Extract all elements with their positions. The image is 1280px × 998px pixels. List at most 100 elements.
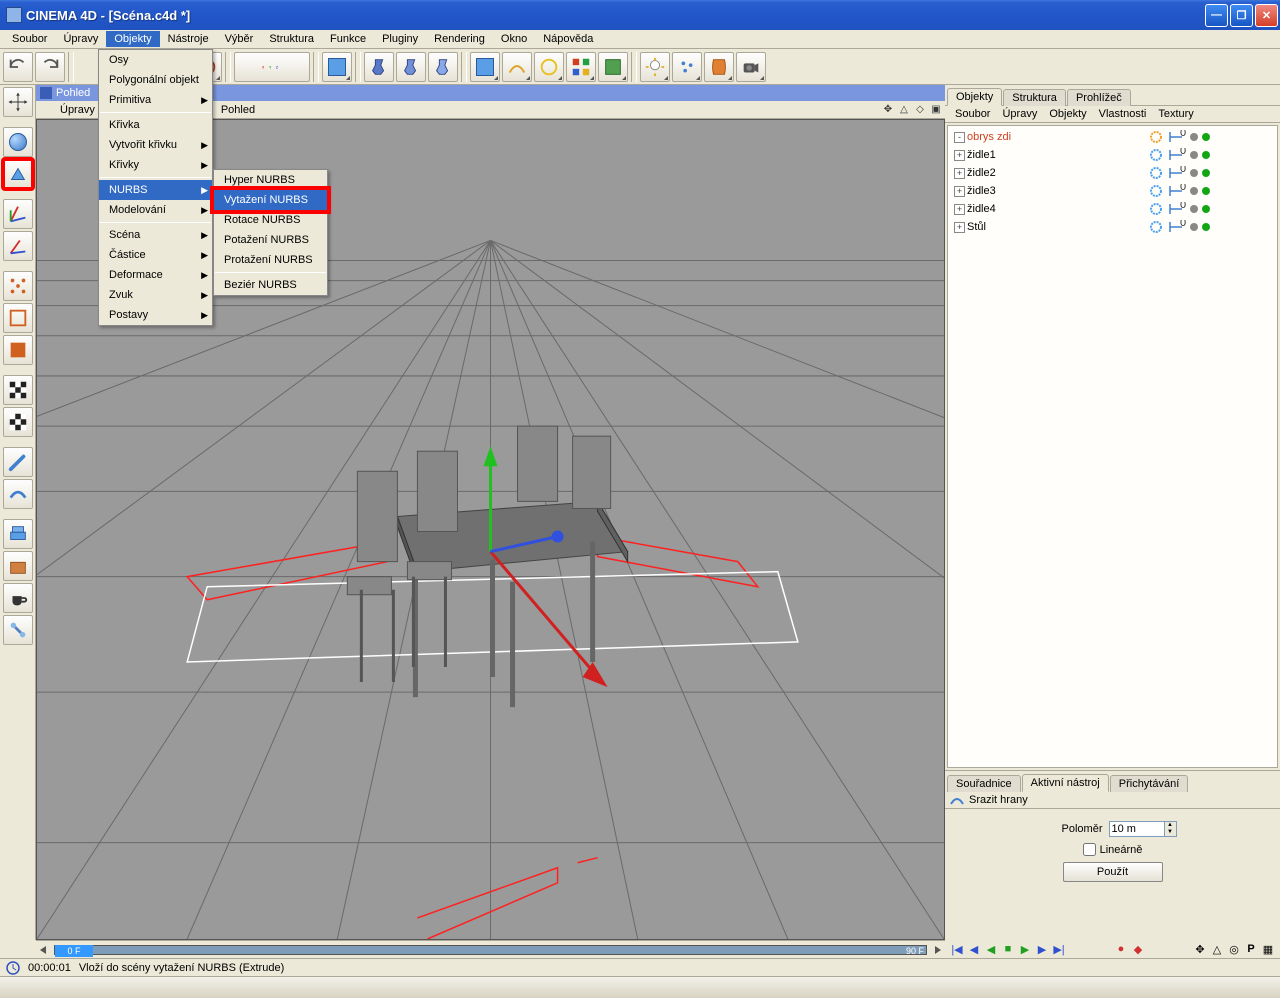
tree-label[interactable]: židle4: [967, 203, 1002, 215]
menuitem-částice[interactable]: Částice▶: [99, 245, 212, 265]
tab-struktura[interactable]: Struktura: [1003, 89, 1066, 106]
menuitem-deformace[interactable]: Deformace▶: [99, 265, 212, 285]
move-tool[interactable]: [3, 87, 33, 117]
objpanel-menu-objekty[interactable]: Objekty: [1043, 106, 1092, 122]
object-tree[interactable]: -obrys zdi0+židle10+židle20+židle30+židl…: [947, 125, 1278, 768]
primitive-cube-button[interactable]: [470, 52, 500, 82]
menuitem-rotace-nurbs[interactable]: Rotace NURBS: [214, 210, 327, 230]
play-back-button[interactable]: ◀: [983, 941, 999, 957]
menu-objekty[interactable]: Objekty: [106, 31, 159, 47]
menu-výběr[interactable]: Výběr: [217, 31, 262, 47]
minimize-button[interactable]: —: [1205, 4, 1228, 27]
xyz-axis-button[interactable]: XYZ: [234, 52, 310, 82]
menuitem-vytvořit-křivku[interactable]: Vytvořit křivku▶: [99, 135, 212, 155]
edge-mode[interactable]: [3, 303, 33, 333]
menuitem-postavy[interactable]: Postavy▶: [99, 305, 212, 325]
menu-funkce[interactable]: Funkce: [322, 31, 374, 47]
linear-checkbox[interactable]: [1083, 843, 1096, 856]
undo-button[interactable]: [3, 52, 33, 82]
knife-tool[interactable]: [3, 447, 33, 477]
menuitem-zvuk[interactable]: Zvuk▶: [99, 285, 212, 305]
menuitem-scéna[interactable]: Scéna▶: [99, 225, 212, 245]
timeline-right-icon[interactable]: [931, 943, 945, 957]
menuitem-hyper-nurbs[interactable]: Hyper NURBS: [214, 170, 327, 190]
vp-zoom-icon[interactable]: △: [897, 102, 911, 116]
expander-icon[interactable]: +: [954, 204, 965, 215]
key-options-icon[interactable]: ▦: [1260, 941, 1276, 957]
menu-soubor[interactable]: Soubor: [4, 31, 55, 47]
menuitem-osy[interactable]: Osy: [99, 50, 212, 70]
expander-icon[interactable]: +: [954, 150, 965, 161]
menuitem-primitiva[interactable]: Primitiva▶: [99, 90, 212, 110]
menu-nápověda[interactable]: Nápověda: [535, 31, 601, 47]
object-tool[interactable]: [3, 127, 33, 157]
tree-row-židle3[interactable]: +židle30: [950, 182, 1275, 200]
tab-souřadnice[interactable]: Souřadnice: [947, 775, 1021, 792]
radius-input[interactable]: [1109, 821, 1165, 837]
extrude-tool[interactable]: [3, 519, 33, 549]
objpanel-menu-textury[interactable]: Textury: [1152, 106, 1199, 122]
tree-row-obrys zdi[interactable]: -obrys zdi0: [950, 128, 1275, 146]
viewport-menu-upravy[interactable]: Úpravy: [52, 102, 103, 118]
apply-button[interactable]: Použít: [1063, 862, 1163, 882]
vp-rotate-icon[interactable]: ◇: [913, 102, 927, 116]
tree-row-Stůl[interactable]: +Stůl0: [950, 218, 1275, 236]
spline-tool-button[interactable]: [502, 52, 532, 82]
coffee-tool[interactable]: [3, 583, 33, 613]
axis-tool-1[interactable]: [3, 199, 33, 229]
tree-label[interactable]: židle1: [967, 149, 1002, 161]
model-tool[interactable]: [3, 159, 33, 189]
expander-icon[interactable]: -: [954, 132, 965, 143]
tree-row-židle4[interactable]: +židle40: [950, 200, 1275, 218]
viewport-menu-pohled[interactable]: Pohled: [213, 102, 263, 118]
menuitem-vytažení-nurbs[interactable]: Vytažení NURBS: [214, 190, 327, 210]
menu-okno[interactable]: Okno: [493, 31, 535, 47]
menuitem-beziér-nurbs[interactable]: Beziér NURBS: [214, 275, 327, 295]
expander-icon[interactable]: +: [954, 186, 965, 197]
tree-label[interactable]: židle3: [967, 185, 1002, 197]
goto-end-button[interactable]: ▶|: [1051, 941, 1067, 957]
menu-rendering[interactable]: Rendering: [426, 31, 493, 47]
play-button[interactable]: ▶: [1017, 941, 1033, 957]
axis-tool-2[interactable]: [3, 231, 33, 261]
texture-mode-1[interactable]: [3, 375, 33, 405]
expander-icon[interactable]: +: [954, 222, 965, 233]
nurbs-tool-button[interactable]: [534, 52, 564, 82]
array-tool-button[interactable]: [566, 52, 596, 82]
menuitem-polygonální-objekt[interactable]: Polygonální objekt: [99, 70, 212, 90]
next-key-button[interactable]: ▶: [1034, 941, 1050, 957]
scene-tool-button[interactable]: [598, 52, 628, 82]
key-rot-icon[interactable]: ◎: [1226, 941, 1242, 957]
tree-label[interactable]: Stůl: [967, 221, 992, 233]
menuitem-potažení-nurbs[interactable]: Potažení NURBS: [214, 230, 327, 250]
tree-label[interactable]: židle2: [967, 167, 1002, 179]
menu-struktura[interactable]: Struktura: [261, 31, 322, 47]
expander-icon[interactable]: +: [954, 168, 965, 179]
key-pos-icon[interactable]: ✥: [1192, 941, 1208, 957]
vp-pan-icon[interactable]: ✥: [881, 102, 895, 116]
key-param-icon[interactable]: P: [1243, 941, 1259, 957]
menuitem-křivka[interactable]: Křivka: [99, 115, 212, 135]
particles-tool-button[interactable]: [672, 52, 702, 82]
menuitem-křivky[interactable]: Křivky▶: [99, 155, 212, 175]
timeline-current-frame[interactable]: 0 F: [55, 945, 93, 957]
timeline-left-icon[interactable]: [36, 943, 50, 957]
radius-spinner[interactable]: ▲▼: [1165, 821, 1177, 837]
tree-row-židle1[interactable]: +židle10: [950, 146, 1275, 164]
menuitem-modelování[interactable]: Modelování▶: [99, 200, 212, 220]
texture-mode-2[interactable]: [3, 407, 33, 437]
maximize-button[interactable]: ❐: [1230, 4, 1253, 27]
bones-tool[interactable]: [3, 615, 33, 645]
objpanel-menu-soubor[interactable]: Soubor: [949, 106, 996, 122]
menu-pluginy[interactable]: Pluginy: [374, 31, 426, 47]
tab-aktivní-nástroj[interactable]: Aktivní nástroj: [1022, 774, 1109, 792]
vase3-icon[interactable]: [428, 52, 458, 82]
camera-tool-button[interactable]: [736, 52, 766, 82]
vase1-icon[interactable]: [364, 52, 394, 82]
timeline-track[interactable]: 0 F 90 F: [54, 945, 927, 955]
objpanel-menu-úpravy[interactable]: Úpravy: [996, 106, 1043, 122]
light-tool-button[interactable]: [640, 52, 670, 82]
vase2-icon[interactable]: [396, 52, 426, 82]
autokey-button[interactable]: ◆: [1130, 941, 1146, 957]
deform-tool-button[interactable]: [704, 52, 734, 82]
